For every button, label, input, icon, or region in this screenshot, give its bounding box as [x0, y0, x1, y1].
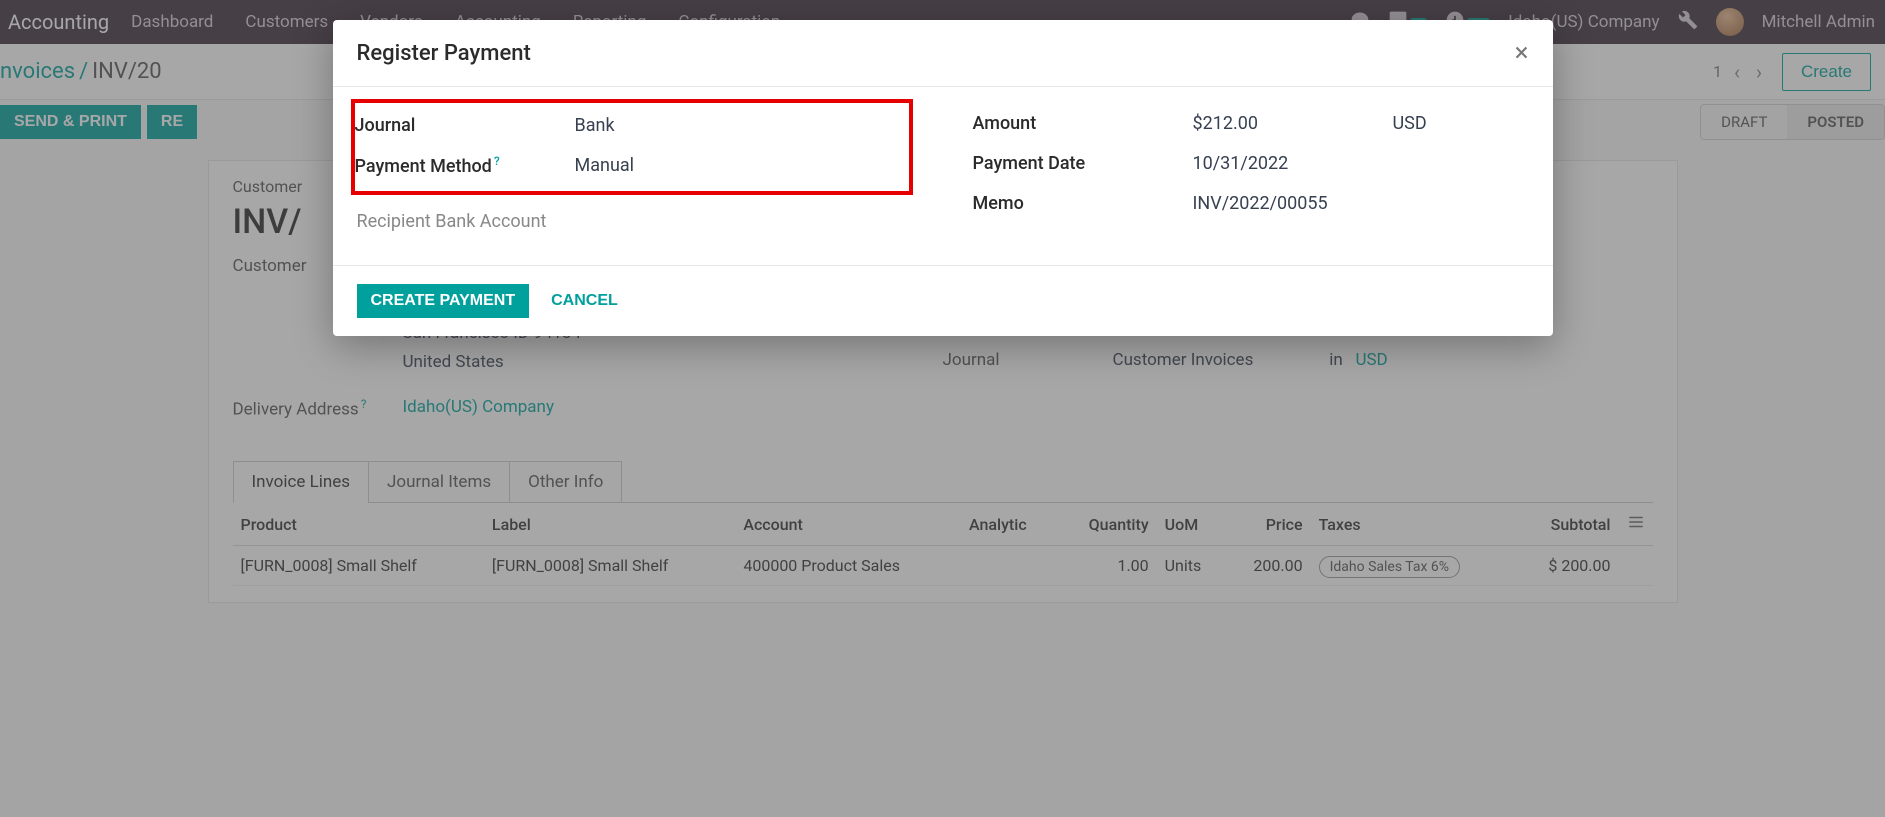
modal-payment-method-label: Payment Method?: [355, 154, 575, 177]
modal-memo-label: Memo: [973, 193, 1193, 214]
create-payment-button[interactable]: CREATE PAYMENT: [357, 284, 530, 318]
modal-overlay: Register Payment × Journal Bank Payment …: [0, 0, 1885, 817]
help-icon[interactable]: ?: [494, 154, 500, 168]
modal-memo-value[interactable]: INV/2022/00055: [1193, 193, 1328, 214]
modal-amount-value[interactable]: $212.00: [1193, 113, 1393, 134]
modal-payment-method-value[interactable]: Manual: [575, 155, 635, 176]
modal-amount-label: Amount: [973, 113, 1193, 134]
modal-journal-label: Journal: [355, 115, 575, 136]
modal-title: Register Payment: [357, 41, 531, 66]
modal-payment-date-value[interactable]: 10/31/2022: [1193, 153, 1289, 174]
register-payment-modal: Register Payment × Journal Bank Payment …: [333, 20, 1553, 336]
modal-journal-value[interactable]: Bank: [575, 115, 615, 136]
modal-footer: CREATE PAYMENT CANCEL: [333, 265, 1553, 336]
close-icon[interactable]: ×: [1515, 40, 1529, 66]
modal-amount-currency[interactable]: USD: [1393, 113, 1427, 134]
highlight-box: Journal Bank Payment Method? Manual: [351, 99, 913, 195]
modal-header: Register Payment ×: [333, 20, 1553, 87]
cancel-button[interactable]: CANCEL: [551, 292, 618, 310]
modal-payment-date-label: Payment Date: [973, 153, 1193, 174]
modal-recipient-label: Recipient Bank Account: [357, 211, 577, 232]
modal-body: Journal Bank Payment Method? Manual Reci…: [333, 87, 1553, 265]
